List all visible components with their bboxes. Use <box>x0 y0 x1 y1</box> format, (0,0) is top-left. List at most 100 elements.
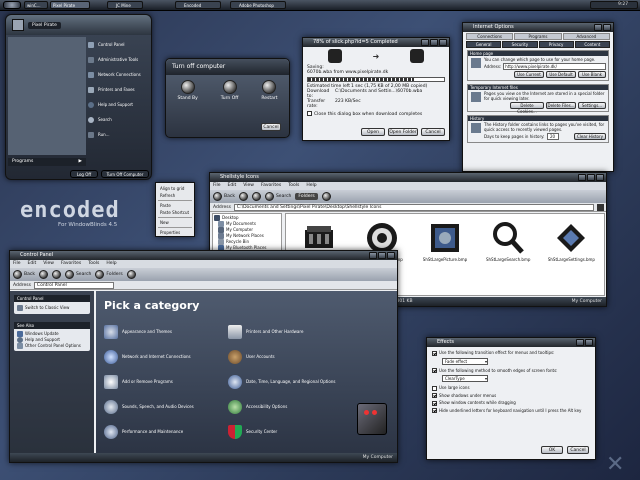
tab-general[interactable]: General <box>466 41 502 48</box>
effects-option[interactable]: Use the following method to smooth edges… <box>432 368 590 373</box>
restart-option[interactable]: Restart <box>261 80 278 101</box>
menu-file[interactable]: File <box>213 182 221 190</box>
menu-edit[interactable]: Edit <box>28 260 37 268</box>
menu-item-properties[interactable]: Properties <box>156 229 194 236</box>
open-folder-button[interactable]: Open Folder <box>388 128 418 136</box>
download-cancel-button[interactable]: Cancel <box>421 128 445 136</box>
turn-off-option[interactable]: Turn Off <box>221 80 238 101</box>
up-button[interactable] <box>51 270 61 279</box>
minimize-button[interactable] <box>421 39 429 46</box>
programs-button[interactable]: Programs ▶ <box>8 158 86 166</box>
close-button[interactable] <box>596 174 604 181</box>
category-network[interactable]: Network and Internet Connections <box>104 344 194 369</box>
help-button[interactable] <box>576 339 584 346</box>
menu-edit[interactable]: Edit <box>228 182 237 190</box>
menu-favorites[interactable]: Favorites <box>261 182 281 190</box>
tab-connections[interactable]: Connections <box>466 33 514 40</box>
back-button[interactable]: Back <box>213 192 235 201</box>
see-also-link[interactable]: Other Control Panel Options <box>17 343 87 349</box>
switch-classic-view-link[interactable]: Switch to Classic View <box>14 302 90 314</box>
forward-button[interactable] <box>38 270 48 279</box>
menu-favorites[interactable]: Favorites <box>61 260 81 268</box>
log-off-button[interactable]: Log Off <box>70 170 98 178</box>
help-button[interactable] <box>594 24 602 31</box>
task-button-0[interactable]: winC... <box>24 1 48 9</box>
task-button-4[interactable]: Adobe Photoshop <box>230 1 286 9</box>
category-printers[interactable]: Printers and Other Hardware <box>228 319 335 344</box>
maximize-button[interactable] <box>378 252 386 259</box>
task-button-3[interactable]: Encoded <box>175 1 221 9</box>
task-button-2[interactable]: JC Mine <box>107 1 143 9</box>
category-add-remove[interactable]: Add or Remove Programs <box>104 369 194 394</box>
category-accessibility[interactable]: Accessibility Options <box>228 394 335 419</box>
delete-files-button[interactable]: Delete Files... <box>546 102 576 109</box>
views-button[interactable] <box>126 270 136 279</box>
tab-advanced[interactable]: Advanced <box>562 33 610 40</box>
close-when-done-option[interactable]: Close this dialog box when download comp… <box>307 111 445 117</box>
menu-item-paste[interactable]: Paste <box>156 202 194 209</box>
category-user-accounts[interactable]: User Accounts <box>228 344 335 369</box>
use-blank-button[interactable]: Use Blank <box>578 71 606 78</box>
start-button[interactable] <box>3 1 21 9</box>
folders-button[interactable]: Folders <box>295 193 318 200</box>
tab-content[interactable]: Content <box>574 41 610 48</box>
use-default-button[interactable]: Use Default <box>546 71 576 78</box>
effects-option[interactable]: Use the following transition effect for … <box>432 350 590 356</box>
tab-security[interactable]: Security <box>502 41 538 48</box>
home-address-field[interactable]: http://www.pixelpirate.dk/ <box>503 63 606 70</box>
start-item-admin-tools[interactable]: Administrative Tools <box>88 52 148 67</box>
start-item-help[interactable]: Help and Support <box>88 97 148 112</box>
back-button[interactable]: Back <box>13 270 35 279</box>
use-current-button[interactable]: Use Current <box>514 71 544 78</box>
drag-contents-checkbox[interactable] <box>432 400 437 406</box>
menu-view[interactable]: View <box>243 182 254 190</box>
smoothing-checkbox[interactable] <box>432 368 437 373</box>
tab-programs[interactable]: Programs <box>514 33 562 40</box>
start-item-run[interactable]: Run... <box>88 127 148 142</box>
start-item-search[interactable]: Search <box>88 112 148 127</box>
menu-item-new[interactable]: New <box>156 219 194 226</box>
transition-select[interactable]: Fade effect ▾ <box>442 357 488 365</box>
effects-ok-button[interactable]: OK <box>541 446 563 454</box>
menu-help[interactable]: Help <box>106 260 116 268</box>
close-when-done-checkbox[interactable] <box>307 111 312 116</box>
turn-off-button[interactable]: Turn Off Computer <box>101 170 149 178</box>
maximize-button[interactable] <box>430 39 438 46</box>
maximize-button[interactable] <box>587 174 595 181</box>
clear-history-button[interactable]: Clear History <box>574 133 606 140</box>
menu-item-align[interactable]: Align to grid <box>156 185 194 192</box>
shadows-checkbox[interactable] <box>432 393 437 398</box>
category-sounds[interactable]: Sounds, Speech, and Audio Devices <box>104 394 194 419</box>
turnoff-cancel-button[interactable]: Cancel <box>261 123 281 131</box>
search-button[interactable]: Search <box>264 192 291 201</box>
delete-cookies-button[interactable]: Delete Cookies... <box>510 102 544 114</box>
category-date-time[interactable]: Date, Time, Language, and Regional Optio… <box>228 369 335 394</box>
views-button[interactable] <box>321 192 331 201</box>
hide-underline-checkbox[interactable] <box>432 408 437 413</box>
file-item[interactable]: ShStLargePicture.bmp <box>420 220 469 289</box>
forward-button[interactable] <box>238 192 248 201</box>
menu-tools[interactable]: Tools <box>88 260 99 268</box>
menu-item-paste-shortcut[interactable]: Paste Shortcut <box>156 209 194 216</box>
effects-option[interactable]: Hide underlined letters for keyboard nav… <box>432 408 590 413</box>
start-item-printers[interactable]: Printers and Faxes <box>88 82 148 97</box>
file-item[interactable]: ShStLargeSearch.bmp <box>484 220 533 289</box>
up-button[interactable] <box>251 192 261 201</box>
settings-button[interactable]: Settings... <box>578 102 606 109</box>
menu-view[interactable]: View <box>43 260 54 268</box>
effects-cancel-button[interactable]: Cancel <box>567 446 589 454</box>
category-appearance[interactable]: Appearance and Themes <box>104 319 194 344</box>
category-performance[interactable]: Performance and Maintenance <box>104 419 194 444</box>
effects-option[interactable]: Show shadows under menus <box>432 393 590 398</box>
effects-option[interactable]: Show window contents while dragging <box>432 400 590 406</box>
task-button-1[interactable]: Pixel Pirate <box>50 1 90 9</box>
menu-item-refresh[interactable]: Refresh <box>156 192 194 199</box>
cp-address-field[interactable]: Control Panel <box>33 281 114 289</box>
close-button[interactable] <box>439 39 447 46</box>
start-item-control-panel[interactable]: Control Panel <box>88 37 148 52</box>
category-security-center[interactable]: Security Center <box>228 419 335 444</box>
history-days-spinner[interactable]: 20 <box>546 133 559 140</box>
tab-privacy[interactable]: Privacy <box>538 41 574 48</box>
menu-tools[interactable]: Tools <box>288 182 299 190</box>
transition-checkbox[interactable] <box>432 350 437 356</box>
